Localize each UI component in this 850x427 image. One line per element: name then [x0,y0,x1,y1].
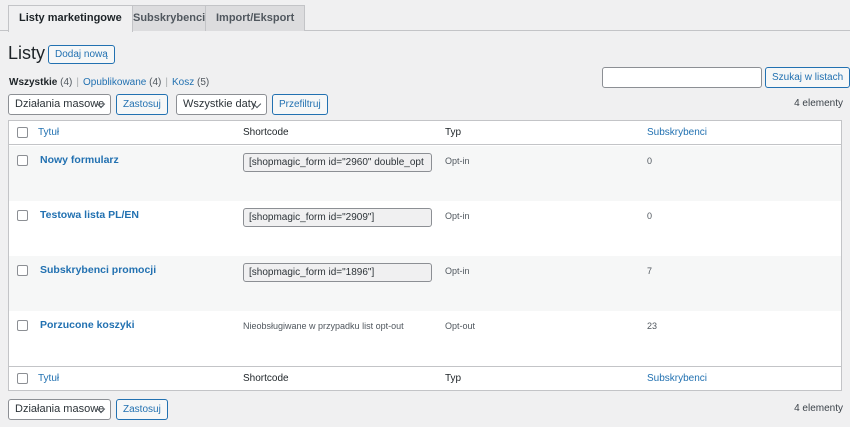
view-trash-link[interactable]: Kosz [172,77,194,88]
column-subscribers-header[interactable]: Subskrybenci [647,127,707,138]
view-all-link[interactable]: Wszystkie [9,77,57,88]
add-new-button[interactable]: Dodaj nową [48,45,115,64]
list-type: Opt-in [445,211,470,221]
view-trash-count: (5) [197,77,210,88]
apply-button[interactable]: Zastosuj [116,94,168,115]
column-subscribers-footer[interactable]: Subskrybenci [647,373,707,384]
select-all-checkbox[interactable] [17,127,28,138]
column-type-header: Typ [445,127,462,138]
list-title-link[interactable]: Subskrybenci promocji [40,264,156,276]
table-header: Tytuł Shortcode Typ Subskrybenci [9,121,841,145]
list-type: Opt-in [445,156,470,166]
bulk-actions-value: Działania masowe [15,403,105,415]
items-count-top: 4 elementy [794,98,843,109]
list-title-link[interactable]: Testowa lista PL/EN [40,209,139,221]
table-row: Porzucone koszyki Nieobsługiwane w przyp… [9,311,841,366]
row-checkbox[interactable] [17,265,28,276]
table-footer: Tytuł Shortcode Typ Subskrybenci [9,366,841,390]
list-type: Opt-in [445,266,470,276]
column-title-header[interactable]: Tytuł [38,127,59,138]
table-row: Testowa lista PL/EN [shopmagic_form id="… [9,201,841,256]
list-type: Opt-out [445,321,476,331]
shortcode-field[interactable]: [shopmagic_form id="1896"] [243,263,432,282]
tab-subscribers[interactable]: Subskrybenci [122,5,217,31]
column-title-footer[interactable]: Tytuł [38,373,59,384]
column-shortcode-header: Shortcode [243,127,289,138]
subscriber-count: 7 [647,266,653,276]
items-count-bottom: 4 elementy [794,403,843,414]
bulk-actions-select-bottom[interactable]: Działania masowe [8,399,111,420]
page-title: Listy [8,43,46,63]
view-published-link[interactable]: Opublikowane [83,77,146,88]
date-filter-value: Wszystkie daty [183,98,257,110]
table-row: Subskrybenci promocji [shopmagic_form id… [9,256,841,311]
search-lists-button[interactable]: Szukaj w listach [765,67,850,88]
tab-bar: Listy marketingowe Subskrybenci Import/E… [0,0,850,32]
select-all-checkbox[interactable] [17,373,28,384]
view-filters: Wszystkie (4) | Opublikowane (4) | Kosz (5) [9,77,210,88]
list-title-link[interactable]: Nowy formularz [40,154,119,166]
apply-button-bottom[interactable]: Zastosuj [116,399,168,420]
row-checkbox[interactable] [17,210,28,221]
shortcode-field[interactable]: [shopmagic_form id="2909"] [243,208,432,227]
table-row: Nowy formularz [shopmagic_form id="2960"… [9,146,841,201]
column-type-footer: Typ [445,373,462,384]
view-all-count: (4) [60,77,73,88]
shortcode-field[interactable]: [shopmagic_form id="2960" double_opt [243,153,432,172]
filter-button[interactable]: Przefiltruj [272,94,328,115]
date-filter-select[interactable]: Wszystkie daty [176,94,267,115]
subscriber-count: 23 [647,321,658,331]
shortcode-unsupported-note: Nieobsługiwane w przypadku list opt-out [243,321,404,331]
tab-import-export[interactable]: Import/Eksport [205,5,306,31]
column-shortcode-footer: Shortcode [243,373,289,384]
list-title-link[interactable]: Porzucone koszyki [40,319,135,331]
search-input[interactable] [602,67,762,88]
view-published-count: (4) [149,77,162,88]
row-checkbox[interactable] [17,155,28,166]
subscriber-count: 0 [647,211,653,221]
row-checkbox[interactable] [17,320,28,331]
tab-marketing-lists[interactable]: Listy marketingowe [8,5,133,32]
subscriber-count: 0 [647,156,653,166]
lists-table: Tytuł Shortcode Typ Subskrybenci Nowy fo… [8,120,842,391]
bulk-actions-select[interactable]: Działania masowe [8,94,111,115]
bulk-actions-value: Działania masowe [15,98,105,110]
